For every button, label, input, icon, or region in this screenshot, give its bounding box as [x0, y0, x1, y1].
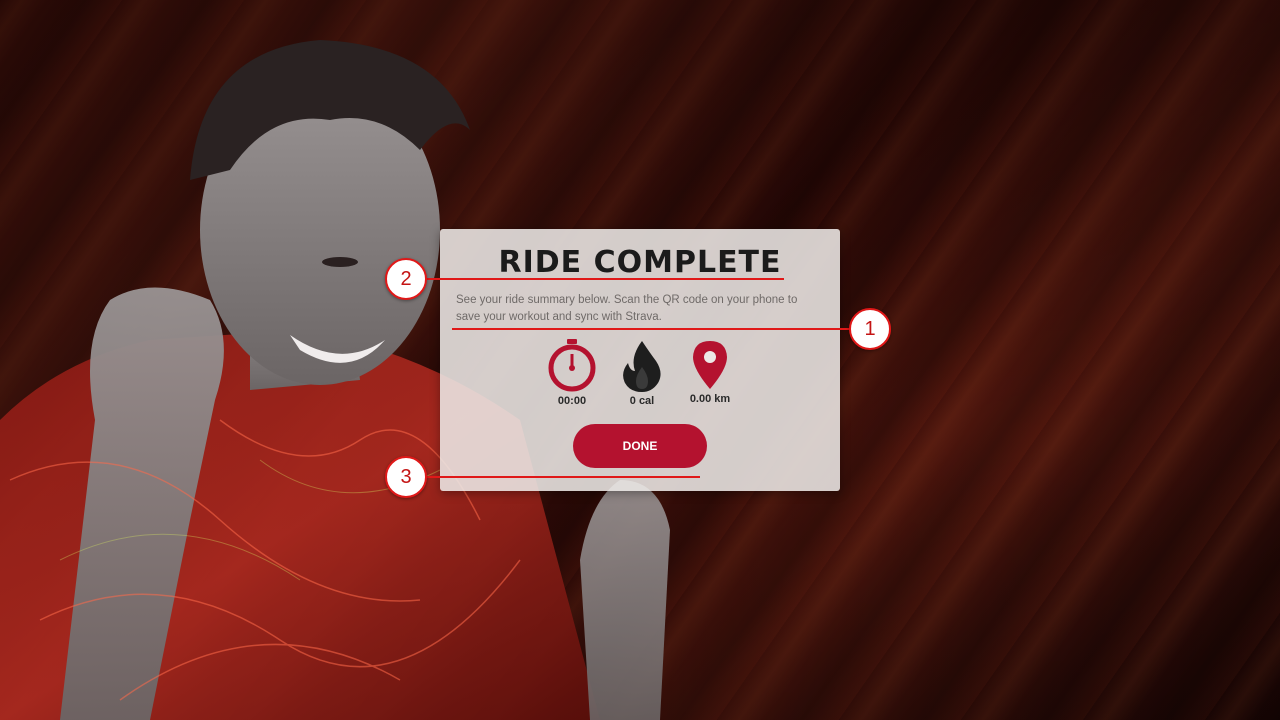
- callout-2-line: [426, 278, 784, 280]
- calories-value: 0 cal: [629, 395, 655, 407]
- duration-stat: 00:00: [542, 337, 602, 407]
- done-button[interactable]: DONE: [573, 424, 707, 468]
- callout-3-badge: 3: [385, 456, 427, 498]
- ride-complete-dialog: RIDE COMPLETE See your ride summary belo…: [440, 229, 840, 491]
- callout-1-line: [452, 328, 852, 330]
- callout-3-line: [426, 476, 700, 478]
- dialog-title: RIDE COMPLETE: [498, 245, 782, 280]
- distance-stat: 0.00 km: [680, 339, 740, 405]
- distance-value: 0.00 km: [689, 393, 731, 405]
- stopwatch-icon: [548, 339, 596, 392]
- duration-value: 00:00: [557, 395, 587, 407]
- calories-stat: 0 cal: [612, 337, 672, 407]
- callout-2-badge: 2: [385, 258, 427, 300]
- callout-1-badge: 1: [849, 308, 891, 350]
- location-pin-icon: [693, 341, 727, 389]
- flame-icon: [623, 341, 661, 392]
- dialog-description: See your ride summary below. Scan the QR…: [456, 294, 798, 323]
